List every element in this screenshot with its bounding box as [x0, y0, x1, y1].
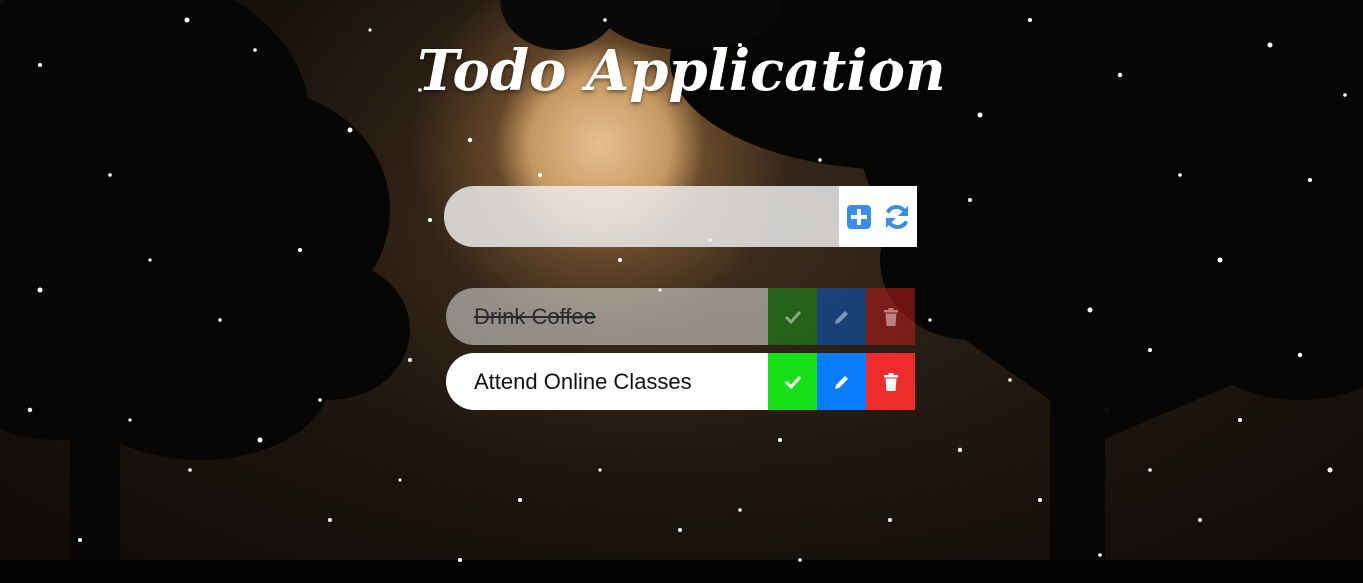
complete-button[interactable] — [768, 288, 817, 345]
pencil-icon — [834, 375, 848, 389]
edit-button[interactable] — [817, 353, 866, 410]
refresh-icon[interactable] — [882, 202, 912, 232]
delete-button[interactable] — [866, 353, 915, 410]
plus-square-icon[interactable] — [844, 202, 874, 232]
pencil-icon — [834, 310, 848, 324]
todo-item: Drink Coffee — [446, 288, 915, 345]
trash-icon — [883, 307, 898, 326]
todo-text: Drink Coffee — [446, 288, 768, 345]
todo-input-row — [444, 186, 917, 247]
app-title: Todo Application — [417, 38, 946, 104]
todo-input[interactable] — [444, 186, 839, 247]
todo-text: Attend Online Classes — [446, 353, 768, 410]
check-icon — [784, 310, 801, 324]
todo-list: Drink Coffee Attend Online Classes — [446, 288, 915, 418]
todo-item: Attend Online Classes — [446, 353, 915, 410]
delete-button[interactable] — [866, 288, 915, 345]
edit-button[interactable] — [817, 288, 866, 345]
check-icon — [784, 375, 801, 389]
complete-button[interactable] — [768, 353, 817, 410]
input-actions — [839, 186, 917, 247]
trash-icon — [883, 372, 898, 391]
